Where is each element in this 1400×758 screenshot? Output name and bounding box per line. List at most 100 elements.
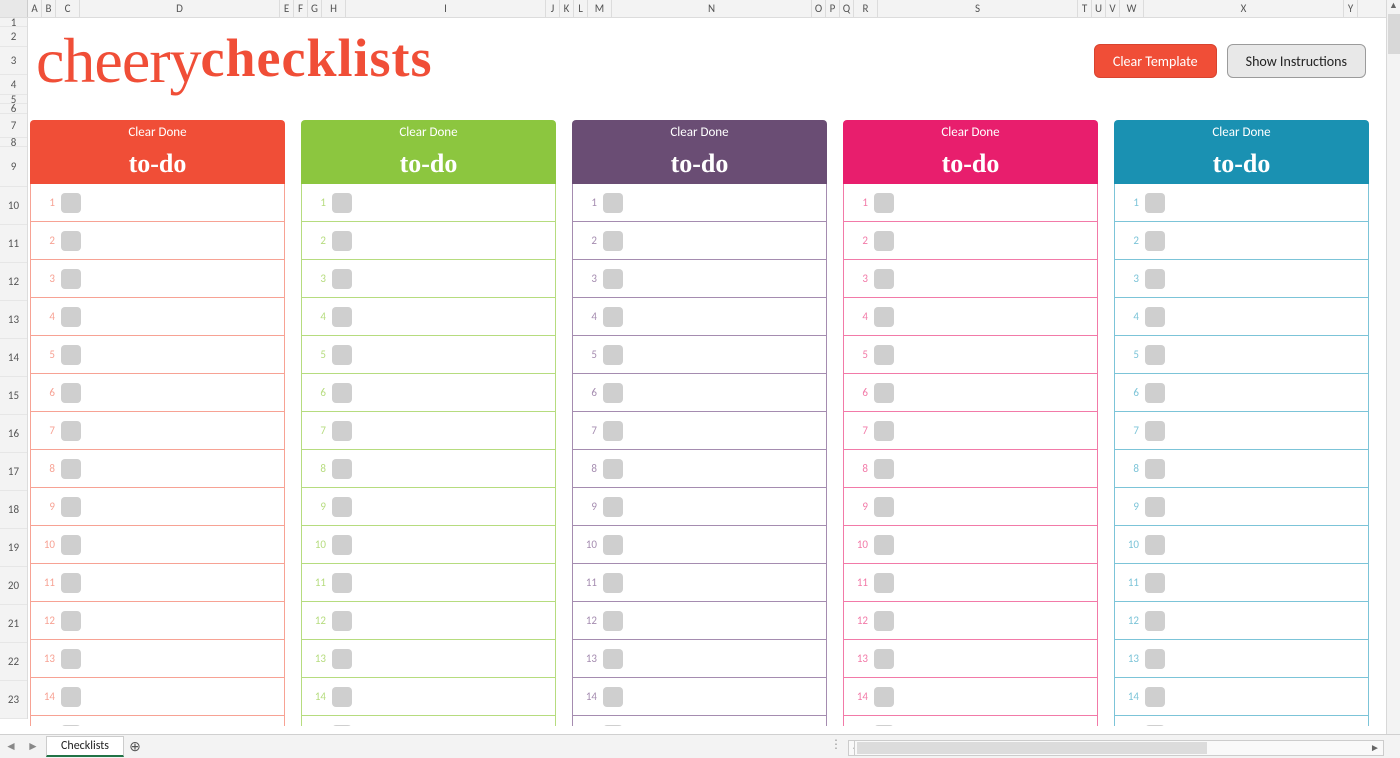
column-header[interactable]: U <box>1092 0 1106 17</box>
clear-done-button[interactable]: Clear Done <box>1114 120 1369 144</box>
checklist-item[interactable]: 13 <box>31 640 284 678</box>
checkbox[interactable] <box>603 725 623 727</box>
checklist-item[interactable]: 15 <box>31 716 284 726</box>
checklist-item[interactable]: 2 <box>573 222 826 260</box>
checkbox[interactable] <box>332 193 352 213</box>
checklist-item[interactable]: 6 <box>31 374 284 412</box>
checkbox[interactable] <box>874 535 894 555</box>
checkbox[interactable] <box>61 687 81 707</box>
checkbox[interactable] <box>603 459 623 479</box>
checklist-item[interactable]: 3 <box>1115 260 1368 298</box>
checklist-item[interactable]: 2 <box>302 222 555 260</box>
checkbox[interactable] <box>1145 307 1165 327</box>
checkbox[interactable] <box>874 231 894 251</box>
checkbox[interactable] <box>61 725 81 727</box>
checklist-item[interactable]: 7 <box>1115 412 1368 450</box>
checklist-item[interactable]: 4 <box>844 298 1097 336</box>
checklist-item[interactable]: 10 <box>844 526 1097 564</box>
column-header[interactable]: G <box>308 0 322 17</box>
row-header[interactable]: 8 <box>0 138 27 147</box>
checklist-item[interactable]: 11 <box>302 564 555 602</box>
checklist-item[interactable]: 3 <box>31 260 284 298</box>
checklist-item[interactable]: 8 <box>302 450 555 488</box>
checklist-item[interactable]: 14 <box>31 678 284 716</box>
column-header[interactable]: Y <box>1344 0 1358 17</box>
checkbox[interactable] <box>874 345 894 365</box>
row-header[interactable]: 9 <box>0 147 27 187</box>
checkbox[interactable] <box>61 307 81 327</box>
checklist-item[interactable]: 5 <box>844 336 1097 374</box>
checklist-item[interactable]: 2 <box>844 222 1097 260</box>
row-header[interactable]: 16 <box>0 415 27 453</box>
checkbox[interactable] <box>61 535 81 555</box>
hscroll-right-icon[interactable]: ► <box>1367 741 1383 755</box>
column-header[interactable]: P <box>826 0 840 17</box>
row-header[interactable]: 21 <box>0 605 27 643</box>
row-header[interactable]: 10 <box>0 187 27 225</box>
checklist-item[interactable]: 3 <box>302 260 555 298</box>
row-header[interactable]: 6 <box>0 104 27 114</box>
checklist-item[interactable]: 8 <box>844 450 1097 488</box>
checkbox[interactable] <box>1145 649 1165 669</box>
row-header[interactable]: 13 <box>0 301 27 339</box>
checklist-item[interactable]: 9 <box>1115 488 1368 526</box>
checklist-item[interactable]: 9 <box>573 488 826 526</box>
column-header[interactable]: S <box>878 0 1078 17</box>
checklist-item[interactable]: 14 <box>844 678 1097 716</box>
checklist-item[interactable]: 14 <box>1115 678 1368 716</box>
checklist-item[interactable]: 10 <box>31 526 284 564</box>
column-header[interactable]: F <box>294 0 308 17</box>
checklist-item[interactable]: 1 <box>1115 184 1368 222</box>
checklist-item[interactable]: 13 <box>1115 640 1368 678</box>
checklist-item[interactable]: 15 <box>302 716 555 726</box>
checkbox[interactable] <box>1145 497 1165 517</box>
checkbox[interactable] <box>603 383 623 403</box>
column-header[interactable]: L <box>574 0 588 17</box>
column-header[interactable]: E <box>280 0 294 17</box>
checkbox[interactable] <box>1145 193 1165 213</box>
checkbox[interactable] <box>874 459 894 479</box>
checkbox[interactable] <box>603 535 623 555</box>
checkbox[interactable] <box>332 269 352 289</box>
checklist-item[interactable]: 11 <box>573 564 826 602</box>
column-header[interactable]: K <box>560 0 574 17</box>
checkbox[interactable] <box>874 687 894 707</box>
column-header[interactable]: C <box>56 0 80 17</box>
checklist-item[interactable]: 9 <box>844 488 1097 526</box>
column-header[interactable]: I <box>346 0 546 17</box>
tab-nav-next-icon[interactable]: ► <box>22 739 44 754</box>
checkbox[interactable] <box>332 611 352 631</box>
checkbox[interactable] <box>332 383 352 403</box>
checkbox[interactable] <box>61 269 81 289</box>
checkbox[interactable] <box>332 497 352 517</box>
checkbox[interactable] <box>1145 573 1165 593</box>
checkbox[interactable] <box>1145 687 1165 707</box>
checkbox[interactable] <box>1145 535 1165 555</box>
row-header[interactable]: 7 <box>0 114 27 138</box>
checkbox[interactable] <box>1145 421 1165 441</box>
checklist-item[interactable]: 9 <box>302 488 555 526</box>
row-header[interactable]: 1 <box>0 18 27 27</box>
horizontal-scrollbar[interactable]: ► <box>854 740 1384 756</box>
checklist-item[interactable]: 1 <box>302 184 555 222</box>
checkbox[interactable] <box>61 345 81 365</box>
row-header[interactable]: 12 <box>0 263 27 301</box>
checkbox[interactable] <box>332 725 352 727</box>
checkbox[interactable] <box>332 307 352 327</box>
checkbox[interactable] <box>332 649 352 669</box>
column-header[interactable]: Q <box>840 0 854 17</box>
checklist-item[interactable]: 11 <box>844 564 1097 602</box>
checkbox[interactable] <box>332 421 352 441</box>
add-sheet-button[interactable]: ⊕ <box>124 738 146 755</box>
checklist-item[interactable]: 10 <box>573 526 826 564</box>
checklist-item[interactable]: 1 <box>31 184 284 222</box>
column-header[interactable]: R <box>854 0 878 17</box>
checkbox[interactable] <box>332 231 352 251</box>
clear-done-button[interactable]: Clear Done <box>843 120 1098 144</box>
checkbox[interactable] <box>603 649 623 669</box>
column-header[interactable]: J <box>546 0 560 17</box>
checklist-item[interactable]: 7 <box>31 412 284 450</box>
checkbox[interactable] <box>61 611 81 631</box>
checkbox[interactable] <box>1145 345 1165 365</box>
row-header[interactable]: 22 <box>0 643 27 681</box>
